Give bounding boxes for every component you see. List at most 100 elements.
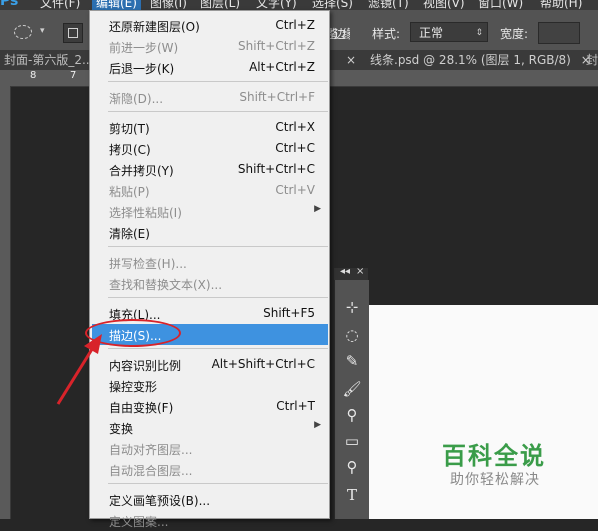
- menu-item-shortcut: Alt+Shift+Ctrl+C: [211, 357, 315, 371]
- menu-item-transform[interactable]: 变换 ▶: [90, 417, 329, 438]
- menu-edit[interactable]: 编辑(E): [92, 0, 141, 10]
- watermark-title: 百科全说: [442, 442, 546, 470]
- menu-item-define-pattern[interactable]: 定义图案...: [90, 510, 329, 531]
- tab-label: 封: [586, 53, 598, 67]
- menu-item-label: 变换: [109, 422, 134, 436]
- menu-help[interactable]: 帮助(H): [540, 0, 582, 10]
- collapse-icon[interactable]: ◂◂: [340, 266, 350, 277]
- zoom-tool-icon[interactable]: ⚲: [339, 456, 365, 478]
- ruler-label: 8: [30, 70, 37, 81]
- style-select[interactable]: 正常 ⇕: [410, 22, 488, 42]
- menu-item-shortcut: Ctrl+C: [275, 141, 315, 155]
- menu-item-define-brush[interactable]: 定义画笔预设(B)...: [90, 489, 329, 510]
- menu-item-shortcut: Ctrl+T: [276, 399, 315, 413]
- width-label: 宽度:: [500, 27, 529, 41]
- submenu-arrow-icon: ▶: [314, 204, 321, 214]
- lasso-tool-icon[interactable]: ◌: [339, 324, 365, 346]
- menu-item-auto-align[interactable]: 自动对齐图层...: [90, 438, 329, 459]
- new-selection-icon[interactable]: [63, 23, 83, 43]
- menu-item-shortcut: Shift+Ctrl+Z: [238, 39, 315, 53]
- edit-menu-dropdown: 还原新建图层(O) Ctrl+Z 前进一步(W) Shift+Ctrl+Z 后退…: [89, 10, 330, 529]
- menu-separator: [108, 81, 328, 82]
- stamp-tool-icon[interactable]: ⚲: [339, 404, 365, 426]
- menu-item-label: 自动对齐图层...: [109, 443, 193, 457]
- menu-item-paste[interactable]: 粘贴(P) Ctrl+V: [90, 180, 329, 201]
- menu-item-copy-merged[interactable]: 合并拷贝(Y) Shift+Ctrl+C: [90, 159, 329, 180]
- menu-layer[interactable]: 图层(L): [200, 0, 240, 10]
- tool-panel: ⊹ ◌ ✎ 🖌 ⚲ ▭ ⚲ T: [334, 280, 369, 519]
- menu-item-undo[interactable]: 还原新建图层(O) Ctrl+Z: [90, 15, 329, 36]
- menu-filter[interactable]: 滤镜(T): [368, 0, 409, 10]
- menu-item-cut[interactable]: 剪切(T) Ctrl+X: [90, 117, 329, 138]
- move-tool-icon[interactable]: ⊹: [339, 296, 365, 318]
- menu-separator: [108, 348, 328, 349]
- menu-separator: [108, 111, 328, 112]
- menu-item-label: 渐隐(D)...: [109, 92, 164, 106]
- menu-item-label: 操控变形: [109, 380, 158, 394]
- watermark-subtitle: 助你轻松解决: [450, 472, 540, 488]
- style-label: 样式:: [372, 27, 401, 41]
- menu-item-label: 还原新建图层(O): [109, 20, 200, 34]
- close-icon[interactable]: ×: [356, 266, 364, 277]
- menu-item-shortcut: Shift+Ctrl+F: [239, 90, 315, 104]
- menu-item-find-replace[interactable]: 查找和替换文本(X)...: [90, 273, 329, 294]
- elliptical-marquee-icon[interactable]: [14, 25, 32, 39]
- menu-item-copy[interactable]: 拷贝(C) Ctrl+C: [90, 138, 329, 159]
- menu-item-spell-check[interactable]: 拼写检查(H)...: [90, 252, 329, 273]
- menu-select[interactable]: 选择(S): [312, 0, 353, 10]
- style-value: 正常: [419, 26, 444, 40]
- gradient-tool-icon[interactable]: ▭: [339, 430, 365, 452]
- menu-item-shortcut: Shift+F5: [263, 306, 315, 320]
- tab-lines[interactable]: 线条.psd @ 28.1% (图层 1, RGB/8) ×: [370, 50, 591, 70]
- menu-item-shortcut: Alt+Ctrl+Z: [249, 60, 315, 74]
- menu-item-step-forward[interactable]: 前进一步(W) Shift+Ctrl+Z: [90, 36, 329, 57]
- menu-item-label: 自由变换(F): [109, 401, 174, 415]
- menu-window[interactable]: 窗口(W): [478, 0, 523, 10]
- menu-image[interactable]: 图像(I): [150, 0, 187, 10]
- menu-item-label: 粘贴(P): [109, 185, 150, 199]
- brush-tool-icon[interactable]: 🖌: [339, 378, 365, 400]
- tab-cover[interactable]: 封面-第六版_2...: [4, 50, 93, 70]
- menu-item-label: 查找和替换文本(X)...: [109, 278, 223, 292]
- menu-item-puppet-warp[interactable]: 操控变形: [90, 375, 329, 396]
- menu-item-auto-blend[interactable]: 自动混合图层...: [90, 459, 329, 480]
- chevron-down-icon[interactable]: ▾: [40, 26, 45, 36]
- menu-separator: [108, 483, 328, 484]
- menu-separator: [108, 246, 328, 247]
- menu-item-shortcut: Ctrl+X: [275, 120, 315, 134]
- pointer-arrow-icon: [56, 334, 102, 405]
- menu-item-shortcut: Ctrl+Z: [275, 18, 315, 32]
- menu-item-label: 自动混合图层...: [109, 464, 193, 478]
- menu-bar: Ps 文件(F) 编辑(E) 图像(I) 图层(L) 文字(Y) 选择(S) 滤…: [0, 0, 598, 10]
- menu-item-label: 选择性粘贴(I): [109, 206, 182, 220]
- menu-file[interactable]: 文件(F): [40, 0, 80, 10]
- menu-item-fade[interactable]: 渐隐(D)... Shift+Ctrl+F: [90, 87, 329, 108]
- eyedropper-tool-icon[interactable]: ✎: [339, 350, 365, 372]
- close-icon[interactable]: ×: [346, 53, 356, 67]
- menu-item-label: 内容识别比例: [109, 359, 182, 373]
- menu-item-free-transform[interactable]: 自由变换(F) Ctrl+T: [90, 396, 329, 417]
- menu-item-label: 剪切(T): [109, 122, 150, 136]
- menu-item-label: 清除(E): [109, 227, 150, 241]
- menu-item-paste-special[interactable]: 选择性粘贴(I) ▶: [90, 201, 329, 222]
- menu-item-label: 定义画笔预设(B)...: [109, 494, 211, 508]
- menu-item-label: 合并拷贝(Y): [109, 164, 174, 178]
- photoshop-logo: Ps: [0, 0, 19, 9]
- type-tool-icon[interactable]: T: [339, 484, 365, 506]
- menu-item-content-aware-scale[interactable]: 内容识别比例 Alt+Shift+Ctrl+C: [90, 354, 329, 375]
- menu-type[interactable]: 文字(Y): [256, 0, 297, 10]
- menu-view[interactable]: 视图(V): [423, 0, 465, 10]
- submenu-arrow-icon: ▶: [314, 420, 321, 430]
- tab-label: 线条.psd @ 28.1% (图层 1, RGB/8): [370, 53, 571, 67]
- select-arrow-icon: ⇕: [475, 28, 483, 38]
- menu-item-label: 拷贝(C): [109, 143, 151, 157]
- tab-cover-2[interactable]: 封: [586, 50, 598, 70]
- menu-item-clear[interactable]: 清除(E): [90, 222, 329, 243]
- vertical-ruler: [0, 86, 11, 519]
- tab-cover-close[interactable]: ×: [340, 50, 356, 70]
- tool-panel-header: ◂◂ ×: [334, 266, 368, 280]
- menu-item-step-backward[interactable]: 后退一步(K) Alt+Ctrl+Z: [90, 57, 329, 78]
- ruler-label: 7: [70, 70, 77, 81]
- tab-label: 封面-第六版_2...: [4, 53, 94, 67]
- width-input[interactable]: [538, 22, 580, 44]
